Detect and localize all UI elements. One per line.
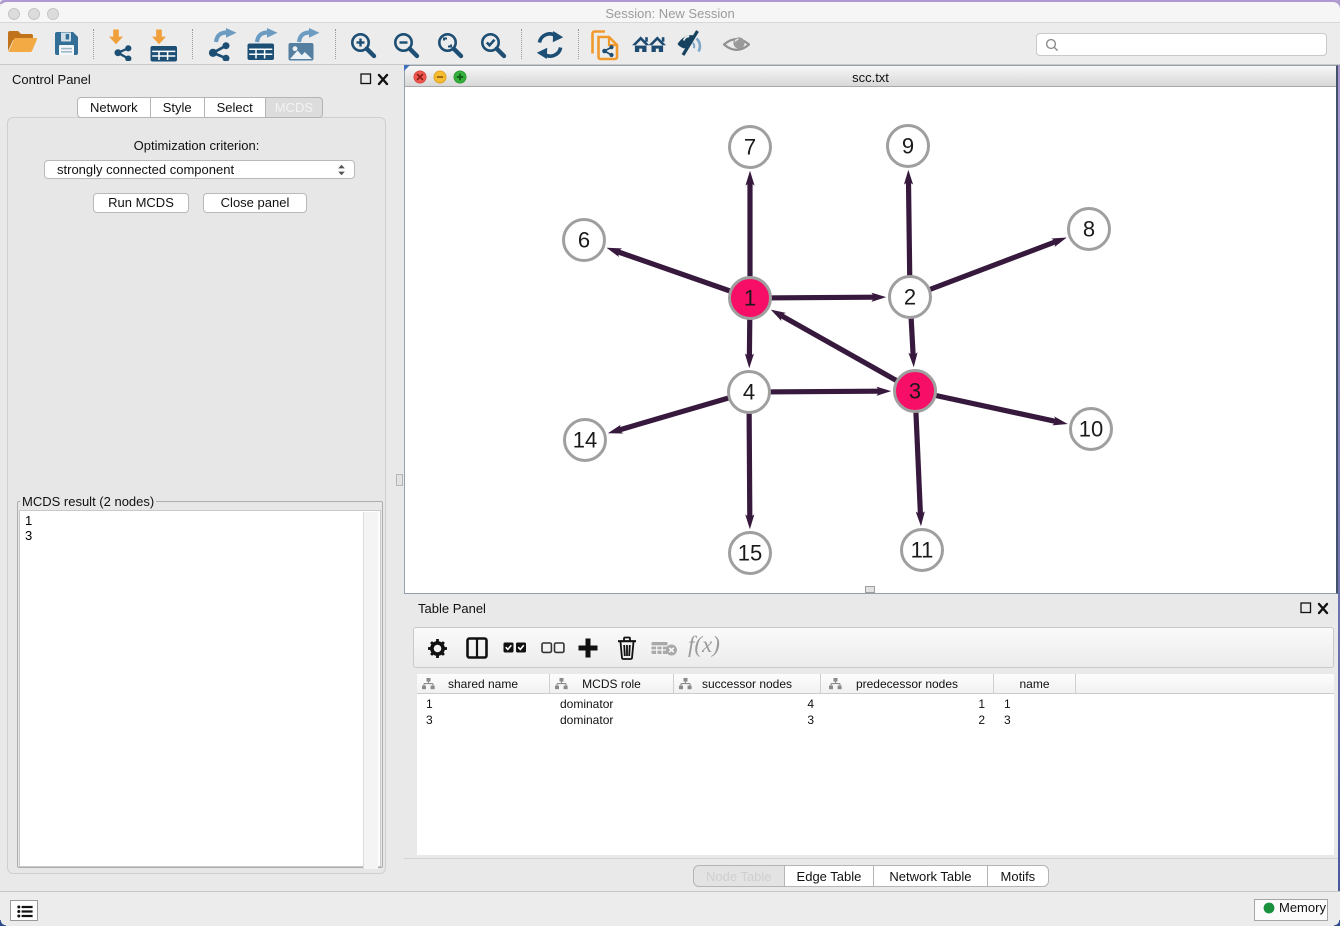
svg-text:14: 14 <box>573 428 597 453</box>
svg-text:10: 10 <box>1079 417 1103 442</box>
svg-text:3: 3 <box>909 379 921 404</box>
svg-text:8: 8 <box>1083 217 1095 242</box>
svg-text:9: 9 <box>902 134 914 159</box>
svg-text:7: 7 <box>744 135 756 160</box>
svg-text:2: 2 <box>904 285 916 310</box>
svg-text:1: 1 <box>744 286 756 311</box>
svg-text:4: 4 <box>743 380 755 405</box>
svg-text:6: 6 <box>578 228 590 253</box>
svg-text:15: 15 <box>738 541 762 566</box>
svg-text:11: 11 <box>911 538 934 563</box>
